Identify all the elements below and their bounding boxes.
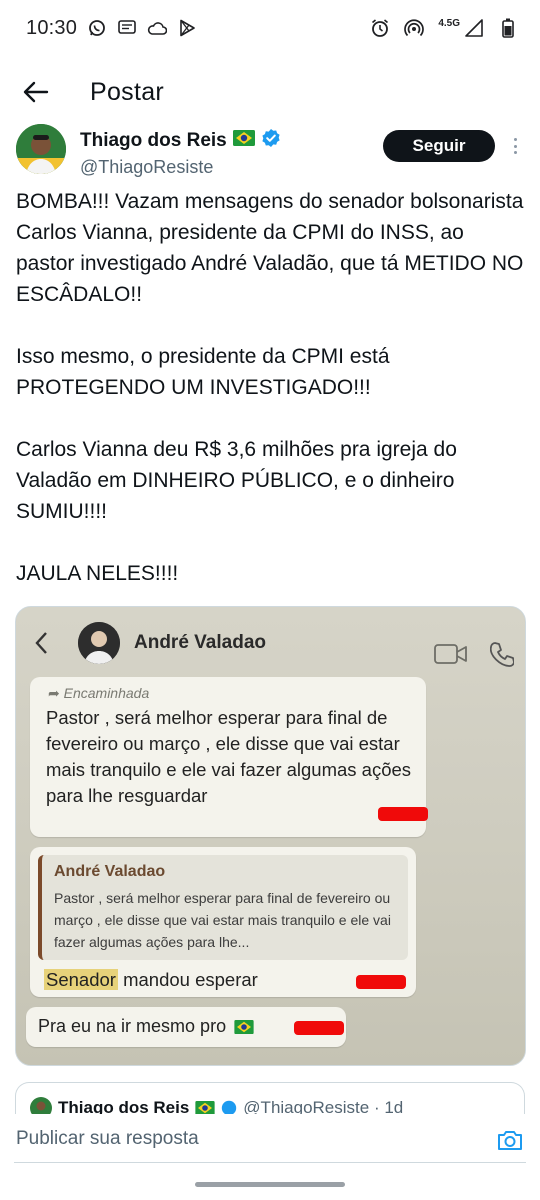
camera-button[interactable] [494, 1124, 526, 1156]
phone-icon [490, 642, 514, 667]
tweet-paragraph: BOMBA!!! Vazam mensagens do senador bols… [16, 190, 524, 306]
status-right: 4.5G [370, 18, 518, 38]
brazil-flag-icon [232, 130, 255, 152]
chevron-left-icon [35, 632, 47, 654]
brazil-flag-icon [195, 1101, 215, 1115]
whatsapp-icon [87, 18, 107, 38]
quoted-author: André Valadao [54, 863, 166, 880]
message-line: Pra eu na ir mesmo pro [38, 1016, 254, 1037]
author-handle[interactable]: @ThiagoResiste [80, 157, 281, 178]
top-app-bar: Postar [0, 60, 540, 124]
message-text: Pra eu na ir mesmo pro [38, 1016, 227, 1036]
more-vertical-icon[interactable] [508, 134, 522, 158]
page-title: Postar [90, 77, 165, 106]
status-time: 10:30 [26, 16, 78, 39]
alarm-icon [370, 18, 390, 38]
status-bar: 10:30 4.5G [0, 0, 540, 56]
redaction-mark [356, 975, 406, 989]
back-button[interactable] [20, 76, 52, 108]
reply-input[interactable]: Publicar sua resposta [16, 1128, 199, 1150]
home-indicator[interactable] [195, 1182, 345, 1187]
battery-icon [498, 18, 518, 38]
verified-badge-icon [261, 128, 281, 154]
chat-header: André Valadao [16, 607, 525, 679]
author-meta: Thiago dos Reis @ThiagoResiste [80, 124, 281, 178]
cloud-icon [147, 18, 168, 38]
tweet-paragraph: Carlos Vianna deu R$ 3,6 milhões pra igr… [16, 438, 457, 523]
forwarded-message-bubble: ➦ Encaminhada Pastor , será melhor esper… [30, 677, 428, 837]
message-icon [117, 18, 137, 38]
author-name-line: Thiago dos Reis [80, 128, 281, 154]
quoted-message: André Valadao Pastor , será melhor esper… [38, 855, 408, 960]
status-left: 10:30 [26, 17, 197, 40]
forwarded-text: Encaminhada [63, 685, 150, 701]
redaction-mark [294, 1021, 344, 1035]
tweet-paragraph: Isso mesmo, o presidente da CPMI está PR… [16, 345, 390, 399]
hotspot-icon [404, 18, 425, 38]
reply-rest: mandou esperar [117, 969, 258, 990]
message-text: Pastor , será melhor esperar para final … [46, 707, 412, 806]
divider [14, 1162, 526, 1163]
avatar[interactable] [16, 124, 66, 174]
network-type: 4.5G [438, 17, 460, 29]
forwarded-label: ➦ Encaminhada [48, 685, 150, 701]
reply-message-bubble: André Valadao Pastor , será melhor esper… [30, 847, 416, 997]
short-message-bubble: Pra eu na ir mesmo pro [26, 1007, 346, 1047]
redaction-mark [378, 807, 428, 821]
chat-avatar [78, 622, 120, 664]
play-store-icon [177, 18, 197, 38]
tweet-text: BOMBA!!! Vazam mensagens do senador bols… [16, 186, 526, 589]
author-name[interactable]: Thiago dos Reis [80, 130, 227, 152]
highlighted-word: Senador [44, 969, 118, 990]
tweet-author: Thiago dos Reis @ThiagoResiste Seguir [16, 124, 526, 180]
tweet-media-image[interactable]: André Valadao ➦ Encaminhada Pastor , ser… [15, 606, 526, 1066]
tweet-paragraph: JAULA NELES!!!! [16, 562, 179, 585]
reply-composer: Publicar sua resposta [0, 1114, 540, 1174]
video-call-icon [434, 644, 467, 664]
chat-contact-name: André Valadao [134, 632, 266, 653]
camera-icon [498, 1131, 522, 1150]
reply-text: Senador mandou esperar [44, 969, 258, 991]
quoted-text: Pastor , será melhor esperar para final … [54, 890, 391, 950]
follow-button[interactable]: Seguir [383, 130, 495, 162]
back-arrow-icon [23, 81, 49, 103]
signal-icon [464, 18, 484, 38]
brazil-flag-icon [234, 1019, 254, 1034]
